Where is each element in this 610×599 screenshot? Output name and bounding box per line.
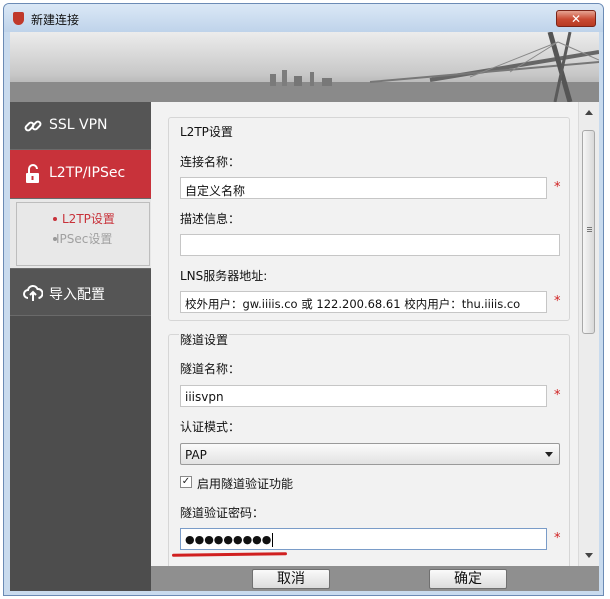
link-icon: [24, 120, 42, 132]
close-button[interactable]: ✕: [556, 10, 596, 27]
lns-server-label: LNS服务器地址:: [180, 269, 268, 283]
vertical-scrollbar[interactable]: [578, 102, 599, 566]
auth-mode-select[interactable]: PAP: [180, 443, 560, 465]
enable-tunnel-auth-label: 启用隧道验证功能: [197, 477, 294, 491]
subnav-l2tp-settings[interactable]: L2TP设置: [62, 210, 115, 227]
sidebar-item-label: 导入配置: [49, 287, 105, 303]
enable-tunnel-auth-checkbox[interactable]: ✓: [180, 476, 192, 488]
subnav-ipsec-settings[interactable]: IPSec设置: [56, 230, 112, 247]
sidebar-item-ssl-vpn[interactable]: SSL VPN: [10, 102, 151, 150]
app-shield-icon: [13, 12, 24, 25]
scroll-down-arrow-icon[interactable]: [585, 553, 593, 558]
unlock-icon: [26, 164, 39, 183]
tunnel-name-input[interactable]: iiisvpn: [180, 385, 547, 407]
cancel-button[interactable]: 取消: [252, 569, 330, 589]
grip-icon: [587, 227, 592, 228]
description-label: 描述信息：: [180, 212, 241, 226]
title-bar: 新建连接 ✕: [4, 4, 603, 32]
description-input[interactable]: [180, 234, 560, 256]
new-connection-window: 新建连接 ✕ SSL VPN L2TP/IPSec L2TP设置 IPSec设置…: [3, 3, 604, 596]
required-mark: *: [554, 388, 561, 403]
cloud-upload-icon: [23, 284, 43, 301]
settings-panel: L2TP设置 连接名称： 自定义名称 * 描述信息： LNS服务器地址: 校外用…: [151, 102, 578, 566]
sidebar-item-import-config[interactable]: 导入配置: [10, 268, 151, 316]
tunnel-name-label: 隧道名称：: [180, 362, 241, 376]
connection-name-label: 连接名称：: [180, 155, 241, 169]
l2tp-group-label: L2TP设置: [179, 123, 234, 140]
sidebar-item-l2tp-ipsec[interactable]: L2TP/IPSec: [10, 150, 151, 199]
required-mark: *: [554, 294, 561, 309]
footer-bar: 取消 确定: [151, 566, 599, 591]
bridge-skyline-illustration: [10, 32, 599, 102]
password-mask: ●●●●●●●●●: [185, 533, 272, 546]
connection-name-input[interactable]: 自定义名称: [180, 177, 547, 199]
active-bullet-icon: [53, 217, 57, 221]
text-cursor: [272, 533, 274, 547]
banner-image: [10, 32, 599, 102]
auth-mode-label: 认证模式：: [180, 420, 241, 434]
tunnel-password-input[interactable]: ●●●●●●●●●: [180, 528, 547, 550]
tunnel-password-label: 隧道验证密码：: [180, 506, 265, 520]
required-mark: *: [554, 531, 561, 546]
auth-mode-value: PAP: [185, 448, 207, 462]
lns-server-input[interactable]: 校外用户：gw.iiiis.co 或 122.200.68.61 校内用户：th…: [180, 291, 547, 313]
required-mark: *: [554, 180, 561, 195]
tunnel-group-label: 隧道设置: [179, 331, 230, 348]
window-title: 新建连接: [31, 13, 80, 27]
sidebar: SSL VPN L2TP/IPSec L2TP设置 IPSec设置 导入配置: [10, 102, 151, 591]
close-icon: ✕: [570, 12, 582, 26]
l2tp-subnav: L2TP设置 IPSec设置: [10, 199, 151, 268]
sidebar-item-label: SSL VPN: [49, 117, 108, 133]
scroll-up-arrow-icon[interactable]: [585, 110, 593, 115]
ok-button[interactable]: 确定: [429, 569, 507, 589]
sidebar-item-label: L2TP/IPSec: [49, 165, 126, 181]
scrollbar-thumb[interactable]: [582, 130, 595, 334]
chevron-down-icon: [545, 452, 553, 457]
